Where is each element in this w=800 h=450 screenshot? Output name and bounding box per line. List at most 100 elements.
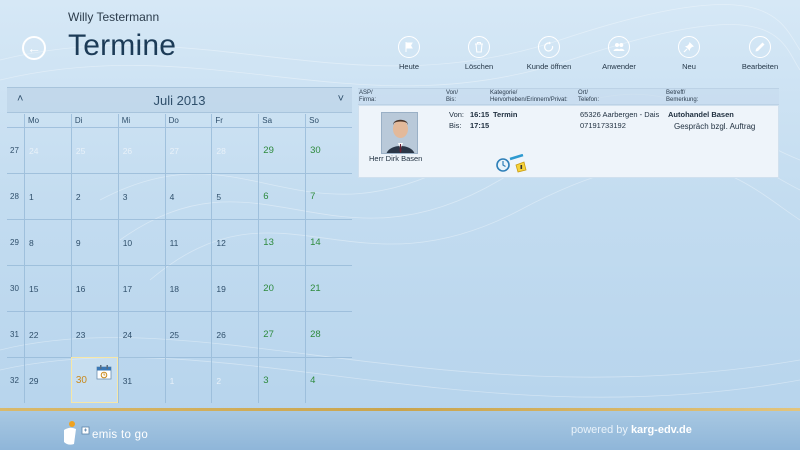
calendar-day[interactable]: 11 [164,219,212,265]
week-number: 32 [7,357,24,403]
calendar-day[interactable]: 24 [24,127,71,173]
calendar-day[interactable]: 7 [305,173,352,219]
reminder-alarm-icon [496,153,527,173]
calendar-day[interactable]: 17 [117,265,165,311]
col-category-line1: Kategorie/ [490,90,518,96]
today-button[interactable]: Heute [379,36,439,71]
day-number: 8 [29,237,34,248]
new-button[interactable]: Neu [659,36,719,71]
calendar-day[interactable]: 16 [70,265,118,311]
calendar-day[interactable]: 23 [70,311,118,357]
day-number: 21 [310,283,321,294]
col-time-line2: Bis: [446,97,457,103]
trash-icon [475,41,483,53]
calendar-day[interactable]: 10 [117,219,165,265]
to-time: 17:15 [470,121,490,130]
day-number: 30 [75,374,87,386]
day-number: 18 [169,283,180,294]
week-number: 28 [7,173,24,219]
today-label: Heute [398,62,419,71]
calendar-day[interactable]: 27 [258,311,306,357]
appointment-item[interactable]: Herr Dirk Basen Von: 16:15 Bis: 17:15 Te… [358,105,779,178]
from-time: 16:15 [470,110,490,119]
weekday-header: Fr [211,114,258,127]
user-button[interactable]: Anwender [589,36,649,71]
day-number: 27 [263,329,274,340]
day-number: 29 [29,375,39,386]
day-number: 19 [216,283,226,294]
calendar-day[interactable]: 3 [258,357,306,403]
new-label: Neu [682,62,696,71]
calendar-day[interactable]: 18 [164,265,212,311]
col-subject-line1: Betreff/ [666,90,686,96]
calendar-day[interactable]: 5 [211,173,259,219]
calendar-day-today[interactable]: 30 [70,357,118,403]
appointment-status-icons [496,153,532,179]
weekday-header: Mo [24,114,71,127]
calendar-day[interactable]: 13 [258,219,306,265]
calendar-day[interactable]: 24 [117,311,165,357]
day-number: 6 [263,191,269,202]
col-place-line1: Ort/ [578,90,588,96]
calendar-day[interactable]: 15 [24,265,71,311]
next-month-icon[interactable]: ˅ [338,93,344,105]
user-name: Willy Testermann [68,10,160,24]
col-time-header: Von/Bis: [446,90,458,104]
contact-avatar-icon [382,113,417,153]
calendar-day[interactable]: 29 [24,357,71,403]
calendar-day[interactable]: 22 [24,311,71,357]
calendar-day[interactable]: 27 [164,127,212,173]
calendar-day[interactable]: 8 [24,219,71,265]
col-place-line2: Telefon: [578,97,600,103]
calendar-day[interactable]: 14 [305,219,352,265]
calendar-day[interactable]: 2 [211,357,259,403]
calendar-day[interactable]: 1 [24,173,71,219]
calendar-day[interactable]: 28 [211,127,259,173]
calendar-day[interactable]: 26 [117,127,165,173]
week-number-header [7,114,24,127]
day-number: 23 [75,329,86,340]
day-number: 2 [75,191,81,202]
weekday-header: Sa [258,114,305,127]
delete-button[interactable]: Löschen [449,36,509,71]
calendar-day[interactable]: 29 [258,127,306,173]
calendar-day[interactable]: 4 [305,357,352,403]
calendar-month-label: Juli 2013 [153,93,206,108]
calendar-day[interactable]: 1 [164,357,212,403]
edit-button[interactable]: Bearbeiten [730,36,790,71]
calendar-day[interactable]: 12 [211,219,259,265]
day-number: 4 [169,191,175,202]
calendar-day[interactable]: 28 [305,311,352,357]
calendar-day[interactable]: 31 [117,357,165,403]
powered-by[interactable]: powered by karg-edv.de [571,424,692,436]
powered-prefix: powered by [571,424,628,436]
calendar-day[interactable]: 26 [211,311,259,357]
day-number: 30 [310,145,321,156]
calendar-day[interactable]: 3 [117,173,165,219]
col-asp-line2: Firma: [359,97,376,103]
open-customer-button[interactable]: Kunde öffnen [519,36,579,71]
calendar-day[interactable]: 19 [211,265,259,311]
weekday-header: Di [70,114,118,127]
calendar-day[interactable]: 21 [305,265,352,311]
col-category-line2: Hervorheben/Erinnern/Privat: [490,97,568,103]
calendar-day[interactable]: 30 [305,127,352,173]
appointment-list-header: ASP/Firma: Von/Bis: Kategorie/Hervorhebe… [358,88,779,105]
emis-logo-icon [64,421,90,445]
day-number: 1 [169,375,175,386]
open-customer-icon [544,41,554,52]
calendar-day[interactable]: 25 [164,311,212,357]
calendar-day[interactable]: 2 [70,173,118,219]
brand-name: emis to go [92,429,149,441]
calendar-day[interactable]: 20 [258,265,306,311]
week-number: 31 [7,311,24,357]
day-number: 29 [263,145,274,156]
calendar-day[interactable]: 25 [70,127,118,173]
calendar-day[interactable]: 6 [258,173,306,219]
pin-icon [683,42,694,53]
company-value: Autohandel Basen [668,110,734,119]
calendar-day[interactable]: 4 [164,173,212,219]
to-label: Bis: [449,121,462,130]
day-number: 7 [310,191,316,202]
calendar-day[interactable]: 9 [70,219,118,265]
